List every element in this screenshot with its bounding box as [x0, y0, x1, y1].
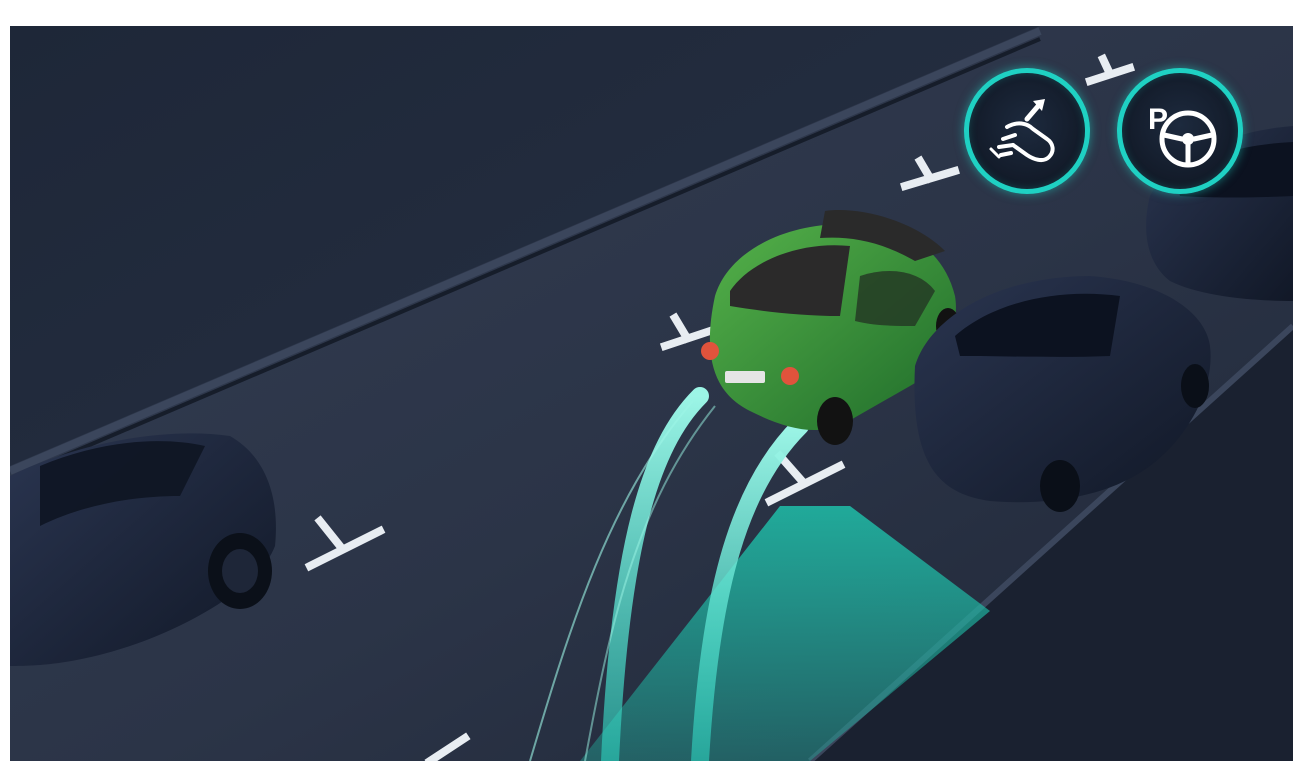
hands-free-icon — [964, 68, 1090, 194]
park-assist-glyph: P — [1148, 103, 1217, 168]
hands-free-glyph — [989, 99, 1055, 163]
parking-scene-artwork — [10, 26, 1293, 761]
illustration-frame: P — [0, 0, 1293, 761]
parking-scene — [10, 26, 1293, 761]
park-assist-steering-icon: P — [1117, 68, 1243, 194]
